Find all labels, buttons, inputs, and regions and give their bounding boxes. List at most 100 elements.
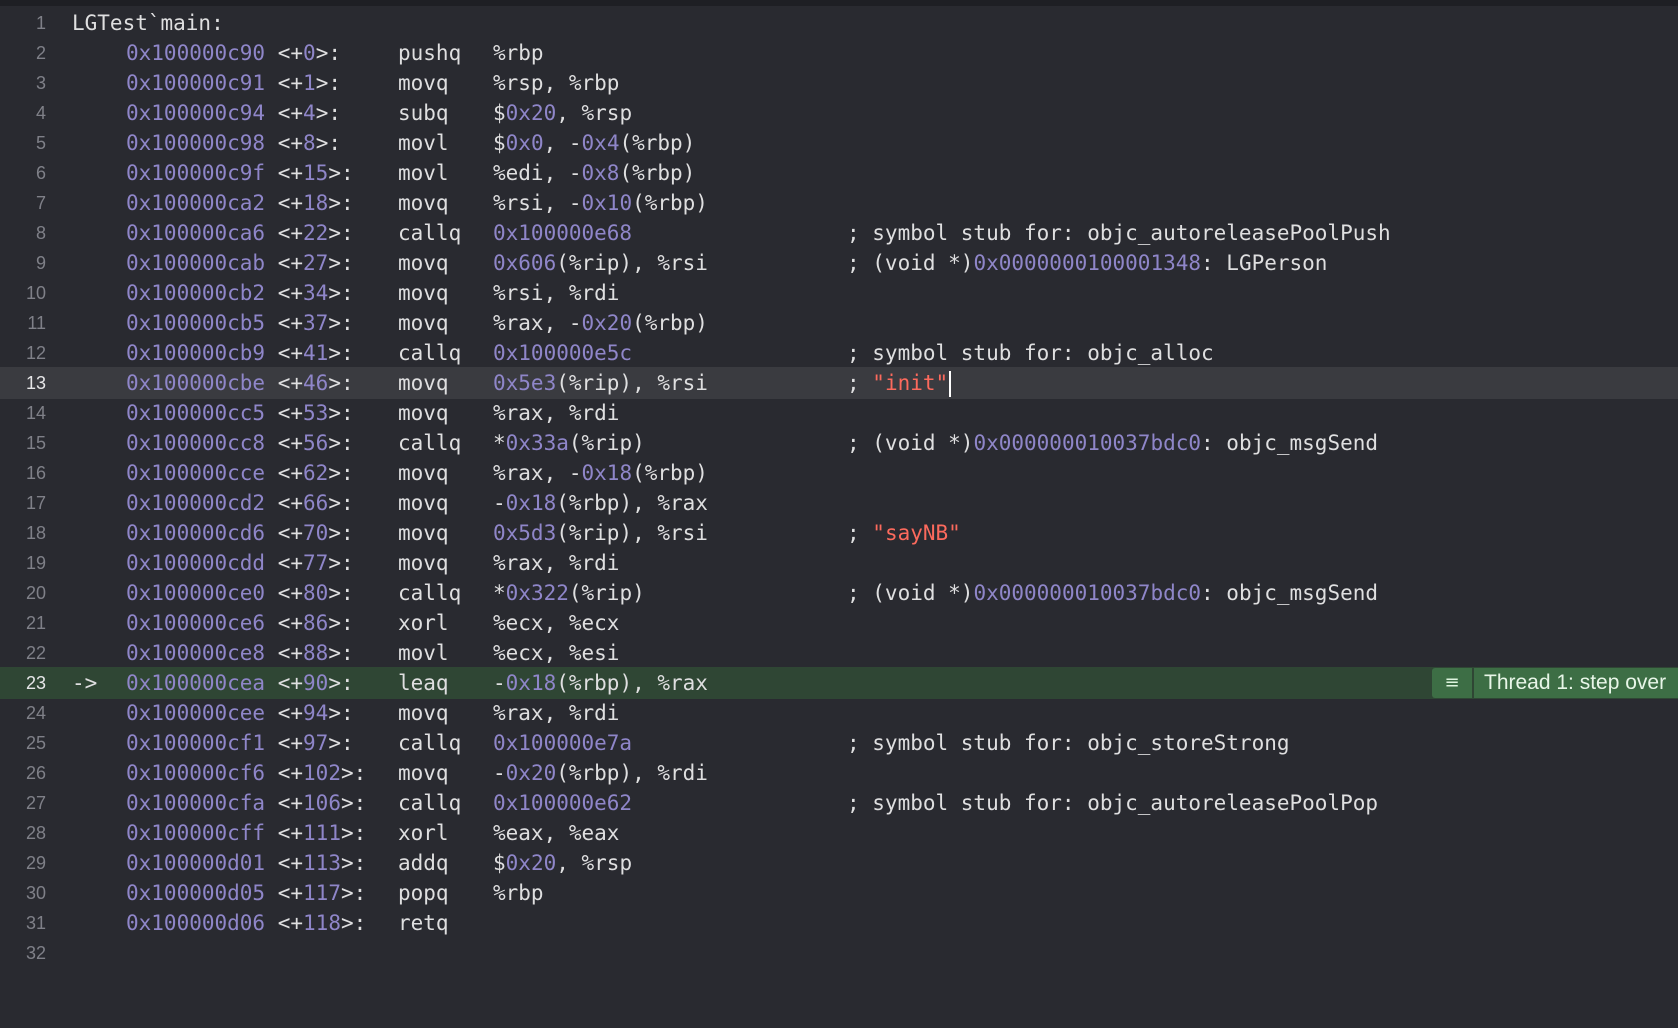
line-number[interactable]: 7 [0,187,46,219]
line-number[interactable]: 2 [0,37,46,69]
offset: <+41>: [278,341,354,365]
code-line[interactable]: 26 0x100000cf6 <+102>: movq -0x20(%rbp), %r… [0,757,1678,789]
list-icon[interactable]: ≡ [1432,668,1472,698]
line-number[interactable]: 16 [0,457,46,489]
line-number[interactable]: 11 [0,307,46,339]
line-number[interactable]: 17 [0,487,46,519]
offset-bracket: >: [328,611,354,635]
line-number[interactable]: 18 [0,517,46,549]
code-line[interactable]: 8 0x100000ca6 <+22>: callq 0x100000e68 ; sym… [0,217,1678,249]
line-number[interactable]: 22 [0,637,46,669]
line-number[interactable]: 5 [0,127,46,159]
line-number[interactable]: 12 [0,337,46,369]
code-line[interactable]: 17 0x100000cd2 <+66>: movq -0x18(%rbp), %ra… [0,487,1678,519]
disassembly-editor[interactable]: 1 LGTest`main: 2 0x100000c90 <+0>: pushq %rbp… [0,6,1678,1028]
code-line[interactable]: 14 0x100000cc5 <+53>: movq %rax, %rdi [0,397,1678,429]
line-number[interactable]: 9 [0,247,46,279]
operands: 0x100000e62 [493,787,632,819]
offset-bracket: >: [328,401,354,425]
operand-number: 0x18 [505,671,557,695]
offset-bracket: <+ [277,731,304,755]
operand-text: (%rip), %rsi [556,371,708,395]
code-line[interactable]: 15 0x100000cc8 <+56>: callq *0x33a(%rip) ; (… [0,427,1678,459]
code-line[interactable]: 13 0x100000cbe <+46>: movq 0x5e3(%rip), %rs… [0,367,1678,399]
instruction-address: 0x100000c94 <+4>: [126,97,341,129]
line-number[interactable]: 6 [0,157,46,189]
code-line[interactable]: 18 0x100000cd6 <+70>: movq 0x5d3(%rip), %rs… [0,517,1678,549]
line-number[interactable]: 8 [0,217,46,249]
address: 0x100000cb9 [126,341,266,365]
opcode: movq [398,371,449,395]
code-line[interactable]: 30 0x100000d05 <+117>: popq %rbp [0,877,1678,909]
offset-number: 94 [303,701,329,725]
code-line[interactable]: 24 0x100000cee <+94>: movq %rax, %rdi [0,697,1678,729]
offset-number: 118 [303,911,341,935]
offset: <+88>: [278,641,354,665]
line-number[interactable]: 20 [0,577,46,609]
code-line[interactable]: 28 0x100000cff <+111>: xorl %eax, %eax [0,817,1678,849]
line-number[interactable]: 28 [0,817,46,849]
code-line[interactable]: 4 0x100000c94 <+4>: subq $0x20, %rsp [0,97,1678,129]
code-line[interactable]: 16 0x100000cce <+62>: movq %rax, -0x18(%rbp… [0,457,1678,489]
line-number[interactable]: 21 [0,607,46,639]
line-number[interactable]: 26 [0,757,46,789]
code-line[interactable]: 1 LGTest`main: [0,7,1678,39]
instruction-address: 0x100000cb2 <+34>: [126,277,354,309]
pc-arrow-icon: -> [72,671,98,695]
line-number[interactable]: 10 [0,277,46,309]
code-line[interactable]: 20 0x100000ce0 <+80>: callq *0x322(%rip) ; (… [0,577,1678,609]
code-line[interactable]: 23 -> 0x100000cea <+90>: leaq -0x18(%rbp), %… [0,667,1678,699]
opcode: pushq [398,41,462,65]
code-line[interactable]: 22 0x100000ce8 <+88>: movl %ecx, %esi [0,637,1678,669]
line-number[interactable]: 30 [0,877,46,909]
code-line[interactable]: 27 0x100000cfa <+106>: callq 0x100000e62 ; s… [0,787,1678,819]
code-line[interactable]: 2 0x100000c90 <+0>: pushq %rbp [0,37,1678,69]
code-line[interactable]: 11 0x100000cb5 <+37>: movq %rax, -0x20(%rbp… [0,307,1678,339]
line-number[interactable]: 27 [0,787,46,819]
line-number[interactable]: 4 [0,97,46,129]
line-number[interactable]: 14 [0,397,46,429]
address: 0x100000cce [126,461,266,485]
operand-number: 0x4 [581,131,620,155]
code-line[interactable]: 3 0x100000c91 <+1>: movq %rsp, %rbp [0,67,1678,99]
line-number[interactable]: 15 [0,427,46,459]
line-number[interactable]: 1 [0,7,46,39]
line-number[interactable]: 13 [0,367,46,399]
code-line[interactable]: 29 0x100000d01 <+113>: addq $0x20, %rsp [0,847,1678,879]
code-line[interactable]: 12 0x100000cb9 <+41>: callq 0x100000e5c ; sy… [0,337,1678,369]
code-line[interactable]: 31 0x100000d06 <+118>: retq [0,907,1678,939]
code-line[interactable]: 21 0x100000ce6 <+86>: xorl %ecx, %ecx [0,607,1678,639]
offset: <+8>: [278,131,341,155]
line-number[interactable]: 19 [0,547,46,579]
line-number[interactable]: 25 [0,727,46,759]
code-line[interactable]: 25 0x100000cf1 <+97>: callq 0x100000e7a ; sy… [0,727,1678,759]
code-line[interactable]: 5 0x100000c98 <+8>: movl $0x0, -0x4(%rbp) [0,127,1678,159]
code-line[interactable]: 6 0x100000c9f <+15>: movl %edi, -0x8(%rbp) [0,157,1678,189]
line-number[interactable]: 29 [0,847,46,879]
line-number[interactable]: 23 [0,667,46,699]
thread-status-badge[interactable]: ≡ Thread 1: step over [1432,668,1678,698]
code-line[interactable]: 32 [0,937,1678,969]
opcode: movl [398,161,449,185]
code-line[interactable]: 19 0x100000cdd <+77>: movq %rax, %rdi [0,547,1678,579]
code-line[interactable]: 9 0x100000cab <+27>: movq 0x606(%rip), %rsi… [0,247,1678,279]
opcode: subq [398,101,449,125]
operands: 0x100000e7a [493,727,632,759]
line-number[interactable]: 31 [0,907,46,939]
offset: <+102>: [278,761,367,785]
line-number[interactable]: 32 [0,937,46,969]
operands: %rax, %rdi [493,547,619,579]
offset-bracket: <+ [277,71,304,95]
offset-number: 117 [303,881,341,905]
operand-text: * [493,581,506,605]
line-number[interactable]: 3 [0,67,46,99]
code-line[interactable]: 10 0x100000cb2 <+34>: movq %rsi, %rdi [0,277,1678,309]
code-line[interactable]: 7 0x100000ca2 <+18>: movq %rsi, -0x10(%rbp) [0,187,1678,219]
instruction-address: 0x100000ce8 <+88>: [126,637,354,669]
text-cursor [949,371,952,397]
line-number[interactable]: 24 [0,697,46,729]
